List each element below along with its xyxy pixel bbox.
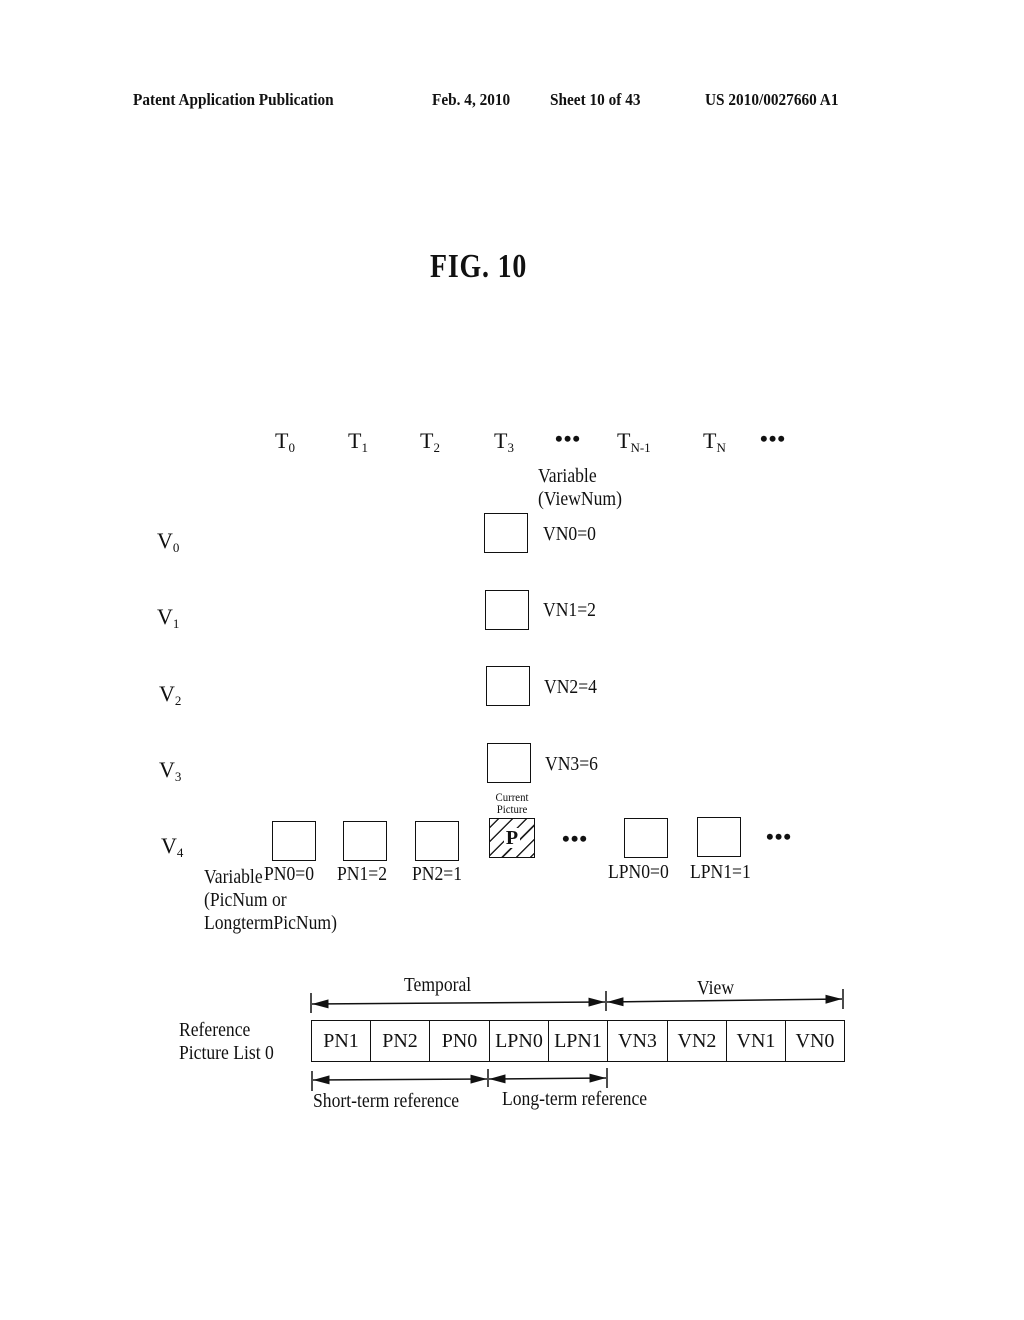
temporal-span-arrow bbox=[311, 997, 606, 1009]
short-term-span-arrow bbox=[312, 1074, 488, 1085]
span-arrows bbox=[310, 989, 844, 1091]
long-term-span-arrow bbox=[488, 1073, 607, 1084]
view-span-arrow bbox=[606, 994, 843, 1007]
